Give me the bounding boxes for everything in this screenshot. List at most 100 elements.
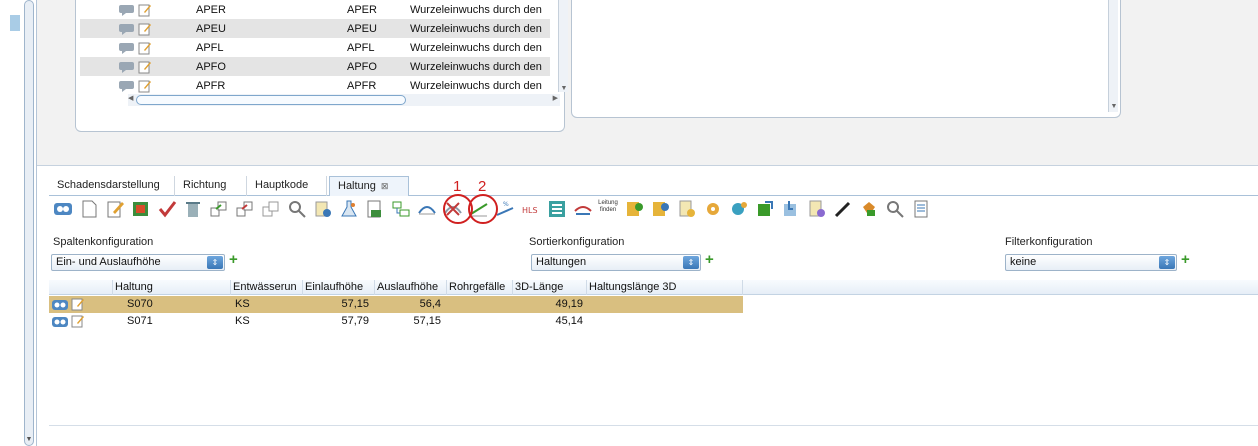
sortier-select[interactable]: Haltungen ⇕ bbox=[531, 254, 701, 271]
list-item[interactable]: APFO APFO Wurzeleinwuchs durch den bbox=[80, 57, 550, 76]
list-icon[interactable] bbox=[547, 199, 567, 219]
edit-icon[interactable] bbox=[71, 314, 85, 328]
column-header[interactable]: Haltung bbox=[113, 280, 231, 295]
comment-icon[interactable] bbox=[118, 61, 136, 73]
list-item[interactable]: APER APER Wurzeleinwuchs durch den bbox=[80, 0, 550, 19]
view-icon[interactable] bbox=[53, 199, 73, 219]
pipe-profile-icon[interactable] bbox=[417, 199, 437, 219]
detail-panel: ▼ bbox=[571, 0, 1121, 118]
export-icon[interactable] bbox=[755, 199, 775, 219]
list-code: APFR bbox=[196, 79, 226, 92]
copy-icon[interactable] bbox=[209, 199, 229, 219]
image-icon[interactable] bbox=[131, 199, 151, 219]
tab-schadensdarstellung[interactable]: Schadensdarstellung bbox=[49, 176, 175, 196]
flask-icon[interactable] bbox=[339, 199, 359, 219]
edit-icon[interactable] bbox=[138, 22, 152, 36]
detail-vertical-scrollbar[interactable]: ▼ bbox=[1108, 0, 1118, 112]
add-document-icon[interactable] bbox=[625, 199, 645, 219]
list-code: APER bbox=[196, 3, 226, 16]
cell-haltung: S070 bbox=[127, 298, 153, 310]
settings-alt-icon[interactable] bbox=[729, 199, 749, 219]
column-header[interactable]: Auslaufhöhe bbox=[375, 280, 447, 295]
scroll-right-icon[interactable]: ▶ bbox=[553, 94, 558, 102]
search-icon[interactable] bbox=[287, 199, 307, 219]
hls-icon[interactable]: HLS bbox=[521, 199, 541, 219]
column-header[interactable]: Haltungslänge 3D bbox=[587, 280, 743, 295]
edit-icon[interactable] bbox=[138, 41, 152, 55]
scroll-left-icon[interactable]: ◀ bbox=[128, 94, 133, 102]
column-header[interactable]: 3D-Länge bbox=[513, 280, 587, 295]
dock-tab[interactable] bbox=[10, 15, 20, 31]
duplicate-icon[interactable] bbox=[261, 199, 281, 219]
print-preview-icon[interactable] bbox=[911, 199, 931, 219]
import-icon[interactable] bbox=[781, 199, 801, 219]
document-settings-icon[interactable] bbox=[677, 199, 697, 219]
pen-icon[interactable] bbox=[833, 199, 853, 219]
sortier-value: Haltungen bbox=[536, 256, 587, 268]
view-icon[interactable] bbox=[51, 315, 69, 328]
list-item[interactable]: APEU APEU Wurzeleinwuchs durch den bbox=[80, 19, 550, 38]
chevron-down-icon[interactable]: ⇕ bbox=[683, 256, 699, 269]
close-tab-icon[interactable]: ⊠ bbox=[381, 181, 389, 191]
table-row[interactable]: S071 KS 57,79 57,15 45,14 bbox=[49, 313, 743, 330]
trash-icon[interactable] bbox=[183, 199, 203, 219]
list-item[interactable]: APFL APFL Wurzeleinwuchs durch den bbox=[80, 38, 550, 57]
slope-icon[interactable]: % bbox=[495, 199, 515, 219]
bucket-icon[interactable] bbox=[859, 199, 879, 219]
cell-haltung: S071 bbox=[127, 315, 153, 327]
chevron-down-icon[interactable]: ⇕ bbox=[1159, 256, 1175, 269]
list-desc: Wurzeleinwuchs durch den bbox=[410, 22, 542, 35]
scrollbar-thumb[interactable] bbox=[136, 95, 406, 105]
scroll-down-icon[interactable]: ▼ bbox=[559, 85, 569, 92]
list-desc: Wurzeleinwuchs durch den bbox=[410, 60, 542, 73]
add-filter-icon[interactable]: + bbox=[1181, 252, 1195, 267]
comment-icon[interactable] bbox=[118, 23, 136, 35]
add-sortier-icon[interactable]: + bbox=[705, 252, 719, 267]
cell-auslauf: 56,4 bbox=[419, 298, 441, 310]
structure-icon[interactable] bbox=[391, 199, 411, 219]
gear-icon[interactable] bbox=[703, 199, 723, 219]
move-icon[interactable] bbox=[235, 199, 255, 219]
scroll-down-icon[interactable]: ▼ bbox=[25, 436, 33, 443]
tab-label: Schadensdarstellung bbox=[57, 179, 160, 191]
list-horizontal-scrollbar[interactable]: ◀ ▶ bbox=[128, 94, 560, 106]
leitung-finden-label[interactable]: Leitung finden bbox=[597, 200, 619, 214]
list-vertical-scrollbar[interactable]: ▼ bbox=[558, 0, 568, 92]
zoom-icon[interactable] bbox=[885, 199, 905, 219]
tab-hauptkode[interactable]: Hauptkode bbox=[247, 176, 327, 196]
section-icon[interactable] bbox=[573, 199, 593, 219]
edit-icon[interactable] bbox=[71, 297, 85, 311]
comment-icon[interactable] bbox=[118, 42, 136, 54]
column-header[interactable]: Rohrgefälle bbox=[447, 280, 513, 295]
filter-select[interactable]: keine ⇕ bbox=[1005, 254, 1177, 271]
edit-icon[interactable] bbox=[138, 79, 152, 93]
table-row[interactable]: S070 KS 57,15 56,4 49,19 bbox=[49, 296, 743, 313]
tab-richtung[interactable]: Richtung bbox=[175, 176, 247, 196]
filter-document-icon[interactable] bbox=[313, 199, 333, 219]
comment-icon[interactable] bbox=[118, 80, 136, 92]
left-vertical-scrollbar[interactable]: ▼ bbox=[24, 0, 34, 446]
annotation-number-2: 2 bbox=[478, 178, 487, 195]
column-header[interactable]: Einlaufhöhe bbox=[303, 280, 375, 295]
tab-label: Haltung bbox=[338, 180, 376, 192]
new-document-icon[interactable] bbox=[79, 199, 99, 219]
document-down-icon[interactable] bbox=[807, 199, 827, 219]
spalten-select[interactable]: Ein- und Auslaufhöhe ⇕ bbox=[51, 254, 225, 271]
cell-gefaelle bbox=[447, 296, 509, 313]
chevron-down-icon[interactable]: ⇕ bbox=[207, 256, 223, 269]
edit-icon[interactable] bbox=[105, 199, 125, 219]
comment-icon[interactable] bbox=[118, 4, 136, 16]
edit-icon[interactable] bbox=[138, 3, 152, 17]
scroll-down-icon[interactable]: ▼ bbox=[1109, 103, 1119, 110]
report-icon[interactable] bbox=[365, 199, 385, 219]
view-icon[interactable] bbox=[51, 298, 69, 311]
list-desc: Wurzeleinwuchs durch den bbox=[410, 41, 542, 54]
check-icon[interactable] bbox=[157, 199, 177, 219]
add-spalten-icon[interactable]: + bbox=[229, 252, 243, 267]
column-header[interactable]: Entwässerun bbox=[231, 280, 303, 295]
list-item[interactable]: APFR APFR Wurzeleinwuchs durch den bbox=[80, 76, 550, 95]
tab-haltung[interactable]: Haltung ⊠ bbox=[329, 176, 409, 196]
edit-icon[interactable] bbox=[138, 60, 152, 74]
refresh-document-icon[interactable] bbox=[651, 199, 671, 219]
filter-value: keine bbox=[1010, 256, 1037, 268]
